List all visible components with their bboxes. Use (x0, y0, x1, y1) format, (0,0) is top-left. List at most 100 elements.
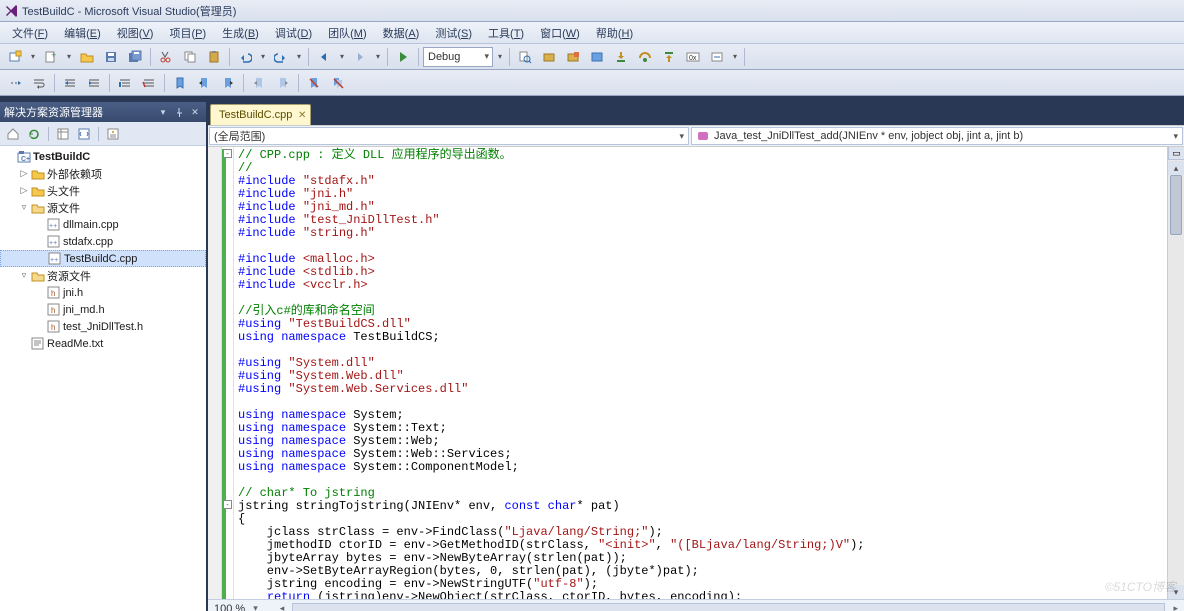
home-button[interactable] (4, 125, 22, 143)
hscroll-right-icon[interactable]: ▸ (1173, 603, 1178, 611)
vertical-scrollbar[interactable]: ▭ ▴ ▾ (1167, 147, 1184, 599)
ext5-button[interactable] (706, 47, 728, 67)
file-stdafx-cpp[interactable]: ++stdafx.cpp (0, 233, 206, 250)
dropdown-icon[interactable]: ▾ (294, 47, 304, 67)
indent-inc-button[interactable] (83, 73, 105, 93)
toggle-ws-button[interactable] (4, 73, 26, 93)
file-test_JniDllTest-h[interactable]: htest_JniDllTest.h (0, 318, 206, 335)
zoom-dropdown-icon[interactable]: ▾ (253, 603, 258, 611)
new-project-button[interactable] (4, 47, 26, 67)
code-text[interactable]: // CPP.cpp : 定义 DLL 应用程序的导出函数。 // #inclu… (234, 147, 1167, 599)
file-jni-h[interactable]: hjni.h (0, 284, 206, 301)
panel-menu-icon[interactable]: ▾ (156, 105, 170, 119)
tree-twisty[interactable]: ▿ (18, 202, 30, 213)
nav-back-button[interactable] (313, 47, 335, 67)
bookmark-next-button[interactable] (217, 73, 239, 93)
config-combo[interactable]: Debug (423, 47, 493, 67)
dropdown-icon[interactable]: ▾ (28, 47, 38, 67)
split-button[interactable]: ▭ (1168, 147, 1184, 160)
horizontal-scrollbar[interactable] (292, 603, 1165, 611)
step-over-button[interactable] (634, 47, 656, 67)
comment-button[interactable] (114, 73, 136, 93)
step-out-button[interactable] (658, 47, 680, 67)
ext2-button[interactable] (562, 47, 584, 67)
folder-external[interactable]: ▷外部依赖项 (0, 165, 206, 182)
pin-icon[interactable] (172, 105, 186, 119)
menu-p[interactable]: 项目(P) (161, 23, 214, 43)
paste-button[interactable] (203, 47, 225, 67)
tree-twisty[interactable]: ▷ (18, 168, 30, 179)
cut-button[interactable] (155, 47, 177, 67)
folder-resource[interactable]: ▿资源文件 (0, 267, 206, 284)
bookmark-clear-button[interactable] (303, 73, 325, 93)
ext3-button[interactable] (586, 47, 608, 67)
hex-button[interactable]: 0x (682, 47, 704, 67)
dropdown-icon[interactable]: ▾ (258, 47, 268, 67)
bookmark-toggle-button[interactable] (169, 73, 191, 93)
indent-dec-button[interactable] (59, 73, 81, 93)
bookmark-nextf-button[interactable] (272, 73, 294, 93)
solution-tree[interactable]: C+TestBuildC▷外部依赖项▷头文件▿源文件++dllmain.cpp+… (0, 146, 206, 611)
menu-t[interactable]: 工具(T) (480, 23, 532, 43)
project-node[interactable]: C+TestBuildC (0, 148, 206, 165)
copy-button[interactable] (179, 47, 201, 67)
scroll-up-icon[interactable]: ▴ (1168, 161, 1184, 175)
start-debug-button[interactable] (392, 47, 414, 67)
menu-s[interactable]: 测试(S) (427, 23, 480, 43)
tree-twisty[interactable]: ▷ (18, 185, 30, 196)
zoom-level[interactable]: 100 % (214, 603, 245, 611)
scope-combo[interactable]: (全局范围) (209, 127, 689, 145)
menu-a[interactable]: 数据(A) (375, 23, 428, 43)
menu-h[interactable]: 帮助(H) (588, 23, 641, 43)
menu-b[interactable]: 生成(B) (214, 23, 267, 43)
open-button[interactable] (76, 47, 98, 67)
menu-v[interactable]: 视图(V) (109, 23, 162, 43)
properties-button[interactable] (104, 125, 122, 143)
bookmark-prevf-button[interactable] (248, 73, 270, 93)
panel-header[interactable]: 解决方案资源管理器 ▾ ✕ (0, 102, 206, 122)
dropdown-icon[interactable]: ▾ (495, 47, 505, 67)
tab-close-icon[interactable]: ✕ (298, 110, 306, 121)
file-dllmain-cpp[interactable]: ++dllmain.cpp (0, 216, 206, 233)
code-view-button[interactable] (75, 125, 93, 143)
wordwrap-button[interactable] (28, 73, 50, 93)
file-readme[interactable]: ReadMe.txt (0, 335, 206, 352)
showall-button[interactable] (54, 125, 72, 143)
redo-button[interactable] (270, 47, 292, 67)
glyph-margin[interactable] (208, 147, 222, 599)
save-button[interactable] (100, 47, 122, 67)
bookmark-prev-button[interactable] (193, 73, 215, 93)
close-icon[interactable]: ✕ (188, 105, 202, 119)
fold-toggle[interactable]: - (223, 149, 232, 158)
step-into-button[interactable] (610, 47, 632, 67)
menu-f[interactable]: 文件(F) (4, 23, 56, 43)
menu-w[interactable]: 窗口(W) (532, 23, 588, 43)
file-tab-active[interactable]: TestBuildC.cpp ✕ (210, 104, 311, 125)
save-all-button[interactable] (124, 47, 146, 67)
tree-twisty[interactable]: ▿ (18, 270, 30, 281)
dropdown-icon[interactable]: ▾ (337, 47, 347, 67)
bookmark-clearall-button[interactable] (327, 73, 349, 93)
fold-toggle[interactable]: - (223, 500, 232, 509)
uncomment-button[interactable] (138, 73, 160, 93)
menu-d[interactable]: 调试(D) (267, 23, 320, 43)
folder-headers[interactable]: ▷头文件 (0, 182, 206, 199)
menu-m[interactable]: 团队(M) (320, 23, 375, 43)
dropdown-icon[interactable]: ▾ (373, 47, 383, 67)
menu-e[interactable]: 编辑(E) (56, 23, 109, 43)
nav-fwd-button[interactable] (349, 47, 371, 67)
scroll-thumb[interactable] (1170, 175, 1182, 235)
file-jni_md-h[interactable]: hjni_md.h (0, 301, 206, 318)
dropdown-icon[interactable]: ▾ (64, 47, 74, 67)
undo-button[interactable] (234, 47, 256, 67)
file-TestBuildC-cpp[interactable]: ++TestBuildC.cpp (0, 250, 206, 267)
ext1-button[interactable] (538, 47, 560, 67)
add-item-button[interactable]: + (40, 47, 62, 67)
find-in-files-button[interactable] (514, 47, 536, 67)
member-combo[interactable]: Java_test_JniDllTest_add(JNIEnv * env, j… (691, 127, 1183, 145)
refresh-button[interactable] (25, 125, 43, 143)
hscroll-left-icon[interactable]: ◂ (280, 603, 285, 611)
outline-margin[interactable]: --- (222, 147, 234, 599)
folder-source[interactable]: ▿源文件 (0, 199, 206, 216)
dropdown-icon[interactable]: ▾ (730, 47, 740, 67)
